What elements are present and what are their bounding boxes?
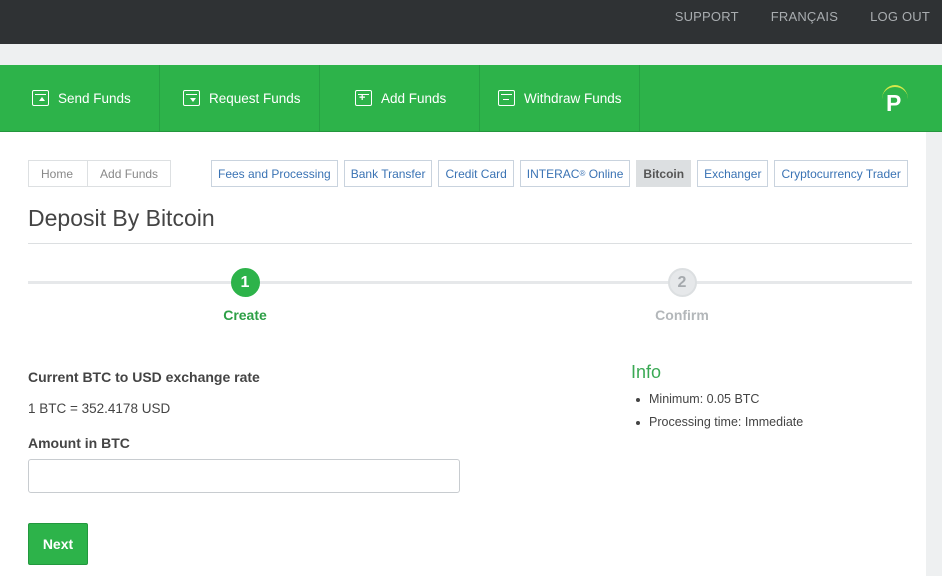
step-confirm-label: Confirm bbox=[655, 307, 709, 323]
brand-logo[interactable]: P bbox=[880, 85, 912, 119]
nav-add-funds-label: Add Funds bbox=[381, 90, 447, 106]
tab-interac-online[interactable]: INTERAC ® Online bbox=[519, 160, 631, 187]
request-funds-icon bbox=[183, 90, 200, 106]
tab-interac-name: INTERAC bbox=[526, 166, 580, 181]
tab-interac-suffix: Online bbox=[585, 166, 624, 181]
nav-withdraw-funds[interactable]: Withdraw Funds bbox=[480, 65, 640, 131]
nav-send-funds[interactable]: Send Funds bbox=[0, 65, 160, 131]
amount-input[interactable] bbox=[28, 459, 460, 493]
send-funds-icon bbox=[32, 90, 49, 106]
logout-link[interactable]: LOG OUT bbox=[870, 9, 930, 24]
step-create-number: 1 bbox=[230, 268, 260, 297]
support-link[interactable]: SUPPORT bbox=[675, 9, 739, 24]
amount-label: Amount in BTC bbox=[28, 435, 130, 451]
exchange-rate-value: 1 BTC = 352.4178 USD bbox=[28, 401, 171, 416]
exchange-rate-label: Current BTC to USD exchange rate bbox=[28, 369, 260, 385]
tab-fees-processing[interactable]: Fees and Processing bbox=[211, 160, 338, 187]
nav-request-funds-label: Request Funds bbox=[209, 90, 301, 106]
nav-withdraw-funds-label: Withdraw Funds bbox=[524, 90, 622, 106]
breadcrumb-home[interactable]: Home bbox=[29, 161, 89, 186]
info-list: Minimum: 0.05 BTC Processing time: Immed… bbox=[631, 392, 803, 438]
top-bar: SUPPORT FRANÇAIS LOG OUT bbox=[0, 0, 942, 44]
add-funds-icon bbox=[355, 90, 372, 106]
top-links: SUPPORT FRANÇAIS LOG OUT bbox=[675, 0, 930, 32]
breadcrumb: Home Add Funds bbox=[28, 160, 172, 187]
title-divider bbox=[28, 243, 912, 244]
tab-exchanger[interactable]: Exchanger bbox=[697, 160, 769, 187]
info-processing-time: Processing time: Immediate bbox=[631, 415, 803, 429]
logo-letter: P bbox=[886, 90, 902, 116]
step-create-label: Create bbox=[223, 307, 267, 323]
tab-cryptocurrency-trader[interactable]: Cryptocurrency Trader bbox=[774, 160, 908, 187]
nav-send-funds-label: Send Funds bbox=[58, 90, 131, 106]
step-confirm: 2 Confirm bbox=[622, 268, 742, 323]
info-minimum: Minimum: 0.05 BTC bbox=[631, 392, 803, 406]
language-link[interactable]: FRANÇAIS bbox=[771, 9, 838, 24]
withdraw-funds-icon bbox=[498, 90, 515, 106]
breadcrumb-current: Add Funds bbox=[100, 166, 159, 181]
tab-bitcoin[interactable]: Bitcoin bbox=[636, 160, 692, 187]
info-title: Info bbox=[631, 362, 662, 382]
deposit-method-tabs: Fees and Processing Bank Transfer Credit… bbox=[211, 160, 908, 187]
tab-bank-transfer[interactable]: Bank Transfer bbox=[343, 160, 433, 187]
progress-track bbox=[28, 281, 912, 284]
page-title: Deposit By Bitcoin bbox=[28, 205, 215, 231]
nav-add-funds[interactable]: Add Funds bbox=[320, 65, 480, 131]
next-button[interactable]: Next bbox=[28, 523, 88, 565]
nav-request-funds[interactable]: Request Funds bbox=[160, 65, 320, 131]
step-confirm-number: 2 bbox=[667, 268, 697, 297]
page-edge bbox=[926, 132, 942, 576]
header-gap bbox=[0, 44, 942, 65]
step-create: 1 Create bbox=[185, 268, 305, 323]
tab-credit-card[interactable]: Credit Card bbox=[438, 160, 514, 187]
main-nav: Send Funds Request Funds Add Funds Withd… bbox=[0, 65, 942, 132]
